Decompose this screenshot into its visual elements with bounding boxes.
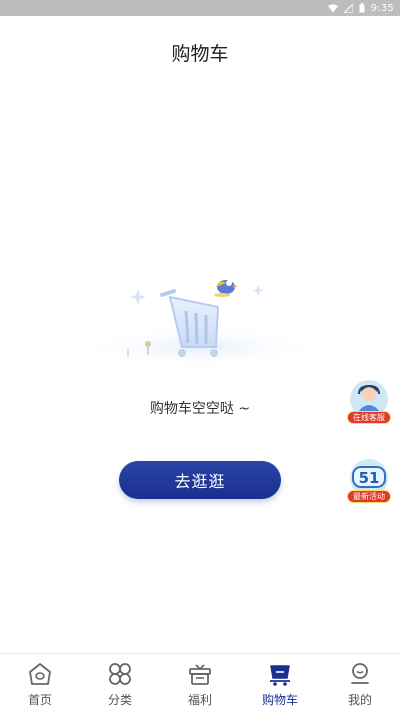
go-shopping-button[interactable]: 去逛逛	[119, 461, 281, 499]
nav-label-cart: 购物车	[261, 693, 298, 707]
activity-number: 51	[359, 469, 380, 487]
home-icon	[26, 660, 54, 688]
page-title: 购物车	[171, 42, 229, 65]
latest-activity-label: 最新活动	[347, 490, 391, 503]
nav-item-category[interactable]: 分类	[80, 654, 160, 711]
nav-item-welfare[interactable]: 福利	[160, 654, 240, 711]
page-header: 购物车	[0, 16, 400, 88]
category-icon	[106, 660, 134, 688]
status-time: 9:35	[370, 2, 394, 14]
latest-activity-badge[interactable]: 51 最新活动	[345, 457, 393, 505]
profile-icon	[346, 660, 374, 688]
nav-label-welfare: 福利	[187, 693, 212, 707]
nav-label-category: 分类	[107, 693, 132, 707]
cart-icon	[266, 660, 294, 688]
gift-icon	[186, 660, 214, 688]
empty-cart-message: 购物车空空哒 ~	[149, 401, 251, 417]
battery-icon	[359, 3, 365, 13]
empty-cart-illustration	[70, 265, 330, 385]
cart-screen: 9:35 购物车 购物车空空哒 ~ 去逛逛 在线客服 51 最新活动 首页 分类…	[0, 0, 400, 711]
signal-icon	[343, 3, 353, 13]
nav-item-cart[interactable]: 购物车	[240, 654, 320, 711]
nav-item-home[interactable]: 首页	[0, 654, 80, 711]
wifi-icon	[327, 3, 338, 13]
bottom-navigation: 首页 分类 福利 购物车 我的	[0, 653, 400, 711]
status-bar: 9:35	[0, 0, 400, 16]
nav-label-home: 首页	[27, 693, 52, 707]
online-service-badge[interactable]: 在线客服	[345, 378, 393, 426]
nav-item-mine[interactable]: 我的	[320, 654, 400, 711]
online-service-label: 在线客服	[347, 411, 391, 424]
nav-label-mine: 我的	[347, 693, 372, 707]
